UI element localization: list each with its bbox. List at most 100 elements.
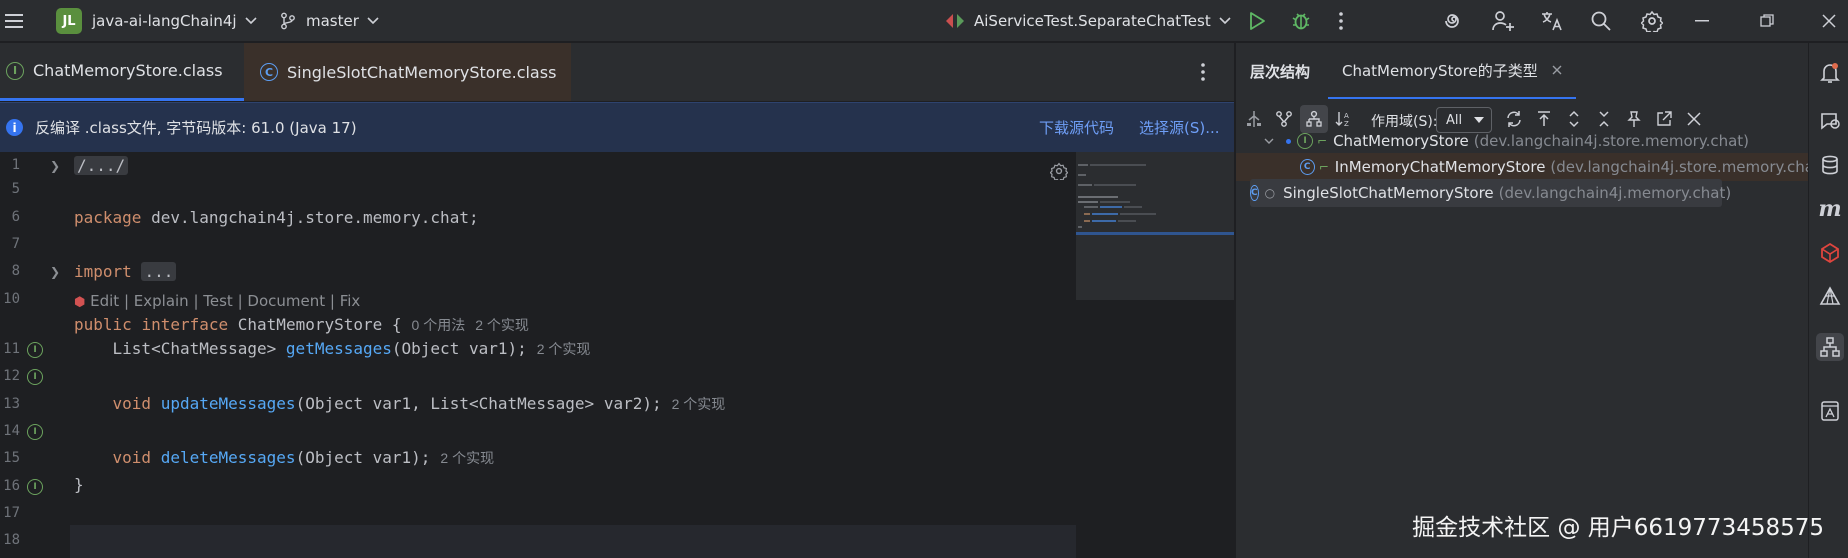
folded-imports[interactable]: ... <box>141 262 177 281</box>
restore-button[interactable] <box>1760 0 1774 42</box>
ai-chat-button[interactable] <box>1816 107 1844 135</box>
fold-icon[interactable]: ❯ <box>50 265 60 279</box>
code-line-17: } <box>74 475 84 494</box>
branch-name: master <box>306 12 359 30</box>
tree-row-child[interactable]: C ⌐ InMemoryChatMemoryStore (dev.langcha… <box>1236 153 1808 181</box>
usages-hint[interactable]: 0 个用法 <box>412 317 466 333</box>
svg-text:A: A <box>1344 112 1349 120</box>
implementations-hint[interactable]: 2 个实现 <box>440 450 494 466</box>
tree-item-package: (dev.langchain4j.memory.chat) <box>1498 184 1732 202</box>
line-number: 17 <box>3 505 20 521</box>
tab-hierarchy[interactable]: 层次结构 <box>1250 43 1310 99</box>
refresh-icon <box>1507 111 1521 127</box>
line-number: 10 <box>3 291 20 307</box>
pin-icon <box>1627 111 1641 127</box>
database-button[interactable] <box>1816 151 1844 179</box>
code-text: dev.langchain4j.store.memory.chat; <box>141 208 479 227</box>
spiral-icon <box>1445 14 1459 28</box>
translate-button[interactable] <box>1540 0 1564 42</box>
translation-panel-button[interactable] <box>1816 397 1844 425</box>
subtypes-icon <box>1306 110 1322 127</box>
title-bar: JL java-ai-langChain4j master AiServiceT… <box>0 0 1848 42</box>
notifications-button[interactable] <box>1816 59 1844 87</box>
minimap[interactable] <box>1076 152 1234 300</box>
tree-item-name: InMemoryChatMemoryStore <box>1334 158 1546 176</box>
plugin-button[interactable] <box>1816 283 1844 311</box>
main-menu-icon[interactable] <box>4 0 24 42</box>
collapse-all-icon <box>1599 111 1609 127</box>
maven-button[interactable]: m <box>1816 195 1844 223</box>
implemented-gutter-icon[interactable]: I <box>27 424 43 440</box>
decompiled-banner: i 反编译 .class文件, 字节码版本: 61.0 (Java 17) 下载… <box>0 102 1234 152</box>
line-number: 12 <box>3 368 20 384</box>
folded-header[interactable]: /.../ <box>74 156 129 175</box>
tab-subtypes[interactable]: ChatMemoryStore的子类型 <box>1328 43 1576 99</box>
debug-button[interactable] <box>1290 0 1312 42</box>
restore-icon <box>1760 14 1774 27</box>
tab-singleslotchatmemorystore[interactable]: C SingleSlotChatMemoryStore.class <box>244 43 571 101</box>
add-user-button[interactable] <box>1491 0 1515 42</box>
keyword: public <box>74 315 132 334</box>
keyword: package <box>74 208 142 227</box>
tree-row-root[interactable]: I ⌐ ChatMemoryStore (dev.langchain4j.sto… <box>1236 127 1808 155</box>
redis-button[interactable] <box>1816 239 1844 267</box>
implementations-hint[interactable]: 2 个实现 <box>672 396 726 412</box>
code-editor[interactable]: 1 ❯ 5 6 7 8 ❯ 10 11 I 12 I 13 14 I 15 16… <box>0 152 1234 558</box>
interface-icon: I <box>6 61 24 80</box>
implemented-gutter-icon[interactable]: I <box>27 342 43 358</box>
download-source-link[interactable]: 下载源代码 <box>1039 117 1114 138</box>
tree-row-child-selected[interactable]: C ○ SingleSlotChatMemoryStore (dev.langc… <box>1250 179 1731 207</box>
close-icon <box>1687 112 1701 126</box>
tab-options-button[interactable] <box>1200 43 1220 101</box>
chevron-down-icon[interactable] <box>1264 138 1274 144</box>
caret-down-icon <box>1474 117 1485 123</box>
tab-chatmemorystore[interactable]: I ChatMemoryStore.class <box>0 43 244 101</box>
line-number: 1 <box>11 157 20 173</box>
package-private-icon: ○ <box>1264 186 1276 200</box>
run-button[interactable] <box>1248 0 1266 42</box>
fold-icon[interactable]: ❯ <box>50 159 60 173</box>
keyword: void <box>74 448 161 467</box>
line-number: 11 <box>3 341 20 357</box>
run-icon <box>1250 12 1265 30</box>
implemented-gutter-icon[interactable]: I <box>27 369 43 385</box>
run-config-selector[interactable]: AiServiceTest.SeparateChatTest <box>944 0 1231 42</box>
minimize-button[interactable] <box>1695 0 1709 42</box>
hierarchy-tool-button[interactable] <box>1816 333 1844 361</box>
ai-assistant-button[interactable] <box>1443 0 1465 42</box>
ai-codelens[interactable]: ⬢ Edit | Explain | Test | Document | Fix <box>74 292 360 310</box>
gear-icon <box>1050 162 1068 180</box>
hierarchy-panel: 层次结构 ChatMemoryStore的子类型 AZ 作用域(S): All <box>1235 43 1808 558</box>
project-selector[interactable]: JL java-ai-langChain4j <box>56 0 257 42</box>
chevron-down-icon <box>367 17 379 25</box>
tab-label: ChatMemoryStore的子类型 <box>1342 61 1538 80</box>
method-name: updateMessages <box>160 394 296 413</box>
implementations-hint[interactable]: 2 个实现 <box>475 317 529 333</box>
project-name: java-ai-langChain4j <box>92 12 237 30</box>
more-actions-button[interactable] <box>1338 0 1344 42</box>
close-window-button[interactable] <box>1822 0 1836 42</box>
close-icon <box>1822 14 1836 28</box>
code-line-12: List<ChatMessage> getMessages(Object var… <box>74 339 591 359</box>
codelens-text[interactable]: Edit | Explain | Test | Document | Fix <box>90 292 360 310</box>
hierarchy-icon <box>1820 337 1840 357</box>
branch-selector[interactable]: master <box>280 0 379 42</box>
settings-button[interactable] <box>1641 0 1663 42</box>
close-icon[interactable] <box>1552 65 1562 75</box>
code-line-1: /.../ <box>74 156 129 175</box>
project-badge: JL <box>56 8 82 34</box>
editor-settings-button[interactable] <box>1050 162 1068 180</box>
tab-label: 层次结构 <box>1250 62 1311 81</box>
implementations-hint[interactable]: 2 个实现 <box>537 341 591 357</box>
search-button[interactable] <box>1590 0 1612 42</box>
implemented-gutter-icon[interactable]: I <box>27 479 43 495</box>
more-vertical-icon <box>1339 12 1343 30</box>
editor-tab-bar: I ChatMemoryStore.class C SingleSlotChat… <box>0 43 1234 101</box>
chevron-down-icon <box>244 17 257 25</box>
choose-source-link[interactable]: 选择源(S)... <box>1139 117 1220 138</box>
line-number: 6 <box>11 209 20 225</box>
git-branch-icon <box>281 12 295 30</box>
code-text: } <box>74 475 84 494</box>
current-line-highlight <box>70 525 1076 558</box>
scope-value: All <box>1446 112 1463 128</box>
